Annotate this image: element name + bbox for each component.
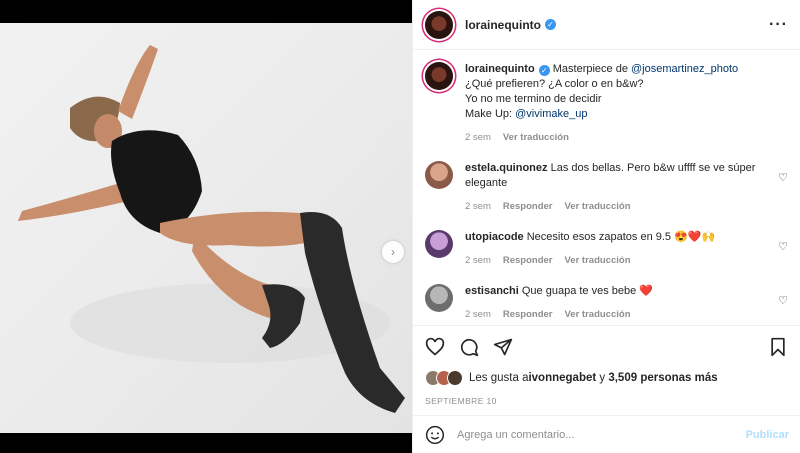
post-date[interactable]: SEPTIEMBRE 10 <box>413 388 800 416</box>
chevron-right-icon: › <box>391 245 395 259</box>
add-comment-bar: Publicar <box>413 415 800 453</box>
caption: lorainequinto ✓ Masterpiece de @josemarti… <box>425 62 788 145</box>
likes-prefix: Les gusta a <box>469 372 529 384</box>
post-photo[interactable]: › <box>0 23 412 433</box>
post-panel: lorainequinto ✓ ··· lorainequinto ✓ Maste… <box>412 0 800 453</box>
verified-badge-icon: ✓ <box>545 19 556 30</box>
reply-link[interactable]: Responder <box>503 253 553 268</box>
heart-icon[interactable] <box>425 337 445 357</box>
likes-summary: Les gusta a ivonnegabet y 3,509 personas… <box>413 368 800 388</box>
commenter-avatar[interactable] <box>425 161 453 189</box>
caption-line: Yo no me termino de decidir <box>465 93 602 105</box>
caption-time[interactable]: 2 sem <box>465 130 491 145</box>
post-header: lorainequinto ✓ ··· <box>413 0 800 50</box>
verified-badge-icon: ✓ <box>538 65 550 76</box>
comment-icon[interactable] <box>459 337 479 357</box>
comment-username[interactable]: estisanchi <box>465 285 519 297</box>
next-photo-button[interactable]: › <box>382 241 404 263</box>
mention-link[interactable]: @josemartinez_photo <box>631 63 738 75</box>
reply-link[interactable]: Responder <box>503 199 553 214</box>
caption-line: ¿Qué prefieren? ¿A color o en b&w? <box>465 78 644 90</box>
liker-avatar <box>447 370 463 386</box>
model-photo-illustration <box>18 45 405 413</box>
more-options-icon[interactable]: ··· <box>769 16 788 34</box>
liker-avatars <box>425 370 463 386</box>
see-translation-link[interactable]: Ver traducción <box>503 130 569 145</box>
likes-count-link[interactable]: 3,509 personas más <box>608 372 717 384</box>
author-avatar[interactable] <box>425 62 453 90</box>
paper-plane-icon[interactable] <box>493 337 513 357</box>
comment-item: estela.quinonez Las dos bellas. Pero b&w… <box>425 161 788 214</box>
comment-like-heart-icon[interactable]: ♡ <box>778 171 788 184</box>
see-translation-link[interactable]: Ver traducción <box>565 307 631 322</box>
caption-username[interactable]: lorainequinto <box>465 63 535 75</box>
comment-text: Necesito esos zapatos en 9.5 😍❤️🙌 <box>526 231 716 243</box>
comment-text: Que guapa te ves bebe ❤️ <box>521 285 653 297</box>
post-media: › <box>0 0 412 453</box>
bookmark-icon[interactable] <box>768 337 788 357</box>
comment-item: utopiacode Necesito esos zapatos en 9.5 … <box>425 230 788 268</box>
comment-input[interactable] <box>457 428 746 441</box>
liker-username[interactable]: ivonnegabet <box>528 372 596 384</box>
reply-link[interactable]: Responder <box>503 307 553 322</box>
comment-time[interactable]: 2 sem <box>465 199 491 214</box>
see-translation-link[interactable]: Ver traducción <box>565 199 631 214</box>
comment-item: estisanchi Que guapa te ves bebe ❤️ 2 se… <box>425 284 788 322</box>
comments-list: lorainequinto ✓ Masterpiece de @josemarti… <box>413 50 800 326</box>
caption-text: Make Up: <box>465 108 516 120</box>
mention-link[interactable]: @vivimake_up <box>515 108 587 120</box>
publish-button[interactable]: Publicar <box>746 429 789 441</box>
comment-time[interactable]: 2 sem <box>465 253 491 268</box>
comment-like-heart-icon[interactable]: ♡ <box>778 294 788 307</box>
caption-text: Masterpiece de <box>552 63 631 75</box>
author-avatar[interactable] <box>425 10 453 39</box>
comment-username[interactable]: estela.quinonez <box>465 162 548 174</box>
emoji-icon[interactable] <box>425 425 445 445</box>
post-actions <box>413 326 800 368</box>
author-username[interactable]: lorainequinto <box>465 18 541 32</box>
likes-middle: y <box>596 372 609 384</box>
comment-time[interactable]: 2 sem <box>465 307 491 322</box>
see-translation-link[interactable]: Ver traducción <box>565 253 631 268</box>
comment-username[interactable]: utopiacode <box>465 231 524 243</box>
commenter-avatar[interactable] <box>425 284 453 312</box>
comment-like-heart-icon[interactable]: ♡ <box>778 240 788 253</box>
commenter-avatar[interactable] <box>425 230 453 258</box>
